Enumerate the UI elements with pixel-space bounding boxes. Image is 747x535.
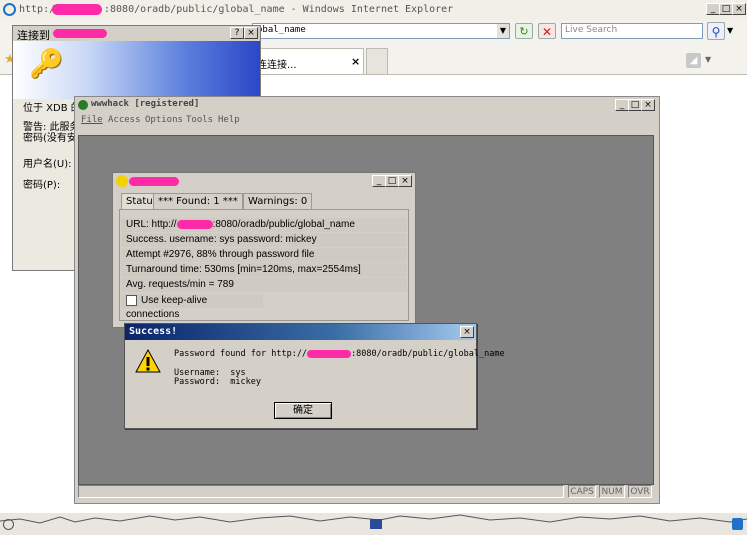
status-num: NUM bbox=[599, 485, 625, 498]
child-minimize-button[interactable]: _ bbox=[372, 175, 386, 187]
wwwhack-title-bar: wwwhack [registered] _ □ × bbox=[75, 97, 659, 113]
tab-found[interactable]: *** Found: 1 *** bbox=[153, 193, 243, 209]
address-input[interactable]: obal_name ▼ bbox=[252, 23, 510, 39]
success-dialog: Success! × Password found for http:// :80… bbox=[124, 323, 505, 429]
result-row: Success. username: sys password: mickey bbox=[121, 233, 407, 247]
ie-maximize-button[interactable]: □ bbox=[719, 3, 733, 15]
wwwhack-minimize-button[interactable]: _ bbox=[615, 99, 629, 111]
password-line: Password: mickey bbox=[174, 377, 261, 387]
ie-window-title-suffix: :8080/oradb/public/global_name - Windows… bbox=[104, 4, 454, 15]
menu-tools[interactable]: Tools bbox=[186, 115, 213, 125]
wwwhack-title: wwwhack [registered] bbox=[91, 99, 200, 109]
search-dropdown-icon[interactable]: ▼ bbox=[727, 26, 733, 35]
wwwhack-maximize-button[interactable]: □ bbox=[628, 99, 642, 111]
menu-file[interactable]: File bbox=[81, 115, 103, 125]
child-maximize-button[interactable]: □ bbox=[385, 175, 399, 187]
status-ovr: OVR bbox=[628, 485, 652, 498]
ok-button[interactable]: 确定 bbox=[274, 402, 332, 419]
username-label: 用户名(U): bbox=[23, 159, 72, 170]
wwwhack-menu-bar: File Access Options Tools Help bbox=[75, 113, 659, 131]
ie-title-bar: http:// :8080/oradb/public/global_name -… bbox=[0, 0, 747, 21]
status-child-window: _ □ × Status *** Found: 1 *** Warnings: … bbox=[112, 172, 416, 328]
success-close-button[interactable]: × bbox=[460, 326, 474, 338]
search-input[interactable]: Live Search bbox=[561, 23, 703, 39]
status-child-title-bar: _ □ × bbox=[113, 173, 415, 190]
success-dialog-title-bar: Success! × bbox=[125, 324, 476, 340]
password-label: 密码(P): bbox=[23, 180, 61, 191]
taskbar-left-icon[interactable] bbox=[3, 519, 14, 530]
message-suffix: :8080/oradb/public/global_name bbox=[351, 349, 505, 359]
url-prefix: URL: http:// bbox=[126, 219, 177, 230]
success-message: Password found for http:// :8080/oradb/pu… bbox=[174, 349, 505, 359]
stop-icon[interactable]: ✕ bbox=[538, 23, 556, 39]
login-close-button[interactable]: × bbox=[244, 27, 258, 39]
taskbar-right-icon[interactable] bbox=[732, 518, 743, 530]
status-caps: CAPS bbox=[568, 485, 596, 498]
ie-logo-icon bbox=[3, 3, 16, 16]
tab-close-icon[interactable]: × bbox=[351, 55, 360, 68]
turnaround-row: Turnaround time: 530ms [min=120ms, max=2… bbox=[121, 263, 407, 277]
redaction-mark bbox=[129, 177, 179, 186]
keepalive-checkbox[interactable] bbox=[126, 294, 137, 306]
url-row: URL: http:// :8080/oradb/public/global_na… bbox=[121, 218, 407, 232]
login-text-line3: 密码(没有安 bbox=[23, 133, 77, 144]
success-dialog-title: Success! bbox=[129, 326, 178, 337]
refresh-icon[interactable]: ↻ bbox=[515, 23, 533, 39]
ie-close-button[interactable]: × bbox=[732, 3, 746, 15]
login-text-line1: 位于 XDB 的 bbox=[23, 103, 81, 114]
wwwhack-app-icon bbox=[78, 100, 88, 110]
keepalive-row: Use keep-alive connections bbox=[121, 294, 263, 320]
ie-minimize-button[interactable]: _ bbox=[706, 3, 720, 15]
menu-access[interactable]: Access bbox=[108, 115, 141, 125]
child-close-button[interactable]: × bbox=[398, 175, 412, 187]
address-dropdown-icon[interactable]: ▼ bbox=[497, 24, 509, 38]
redaction-mark bbox=[52, 4, 102, 15]
wwwhack-status-bar: CAPS NUM OVR bbox=[78, 485, 652, 499]
menu-help[interactable]: Help bbox=[218, 115, 240, 125]
new-tab-button[interactable] bbox=[366, 48, 388, 74]
search-icon[interactable]: ⚲ bbox=[707, 22, 725, 40]
keys-icon: 🔑 bbox=[29, 47, 64, 80]
message-prefix: Password found for http:// bbox=[174, 349, 308, 359]
redaction-mark bbox=[53, 29, 107, 38]
rss-feed-icon[interactable]: ◢ bbox=[686, 53, 701, 68]
taskbar-app-icon[interactable] bbox=[370, 519, 382, 529]
ie-tab-label: 连连接... bbox=[257, 60, 297, 71]
taskbar bbox=[0, 513, 747, 535]
search-input-placeholder: Live Search bbox=[565, 25, 618, 35]
smiley-icon bbox=[116, 175, 128, 187]
url-suffix: :8080/oradb/public/global_name bbox=[212, 219, 355, 230]
warning-icon bbox=[135, 348, 161, 373]
attempt-row: Attempt #2976, 88% through password file bbox=[121, 248, 407, 262]
login-help-button[interactable]: ? bbox=[230, 27, 244, 39]
login-banner: 🔑 bbox=[13, 41, 260, 99]
rss-dropdown-icon[interactable]: ▼ bbox=[705, 55, 711, 64]
menu-options[interactable]: Options bbox=[145, 115, 183, 125]
tab-warnings[interactable]: Warnings: 0 bbox=[243, 193, 313, 209]
wwwhack-close-button[interactable]: × bbox=[641, 99, 655, 111]
redaction-mark bbox=[176, 219, 213, 229]
rate-row: Avg. requests/min = 789 bbox=[121, 278, 407, 292]
redaction-mark bbox=[307, 349, 352, 358]
ie-tab[interactable]: 连连接... × bbox=[252, 48, 364, 74]
login-dialog-title-bar: 连接到 ? × bbox=[13, 26, 260, 42]
status-bar-main bbox=[78, 485, 564, 498]
address-input-text: obal_name bbox=[257, 25, 306, 35]
